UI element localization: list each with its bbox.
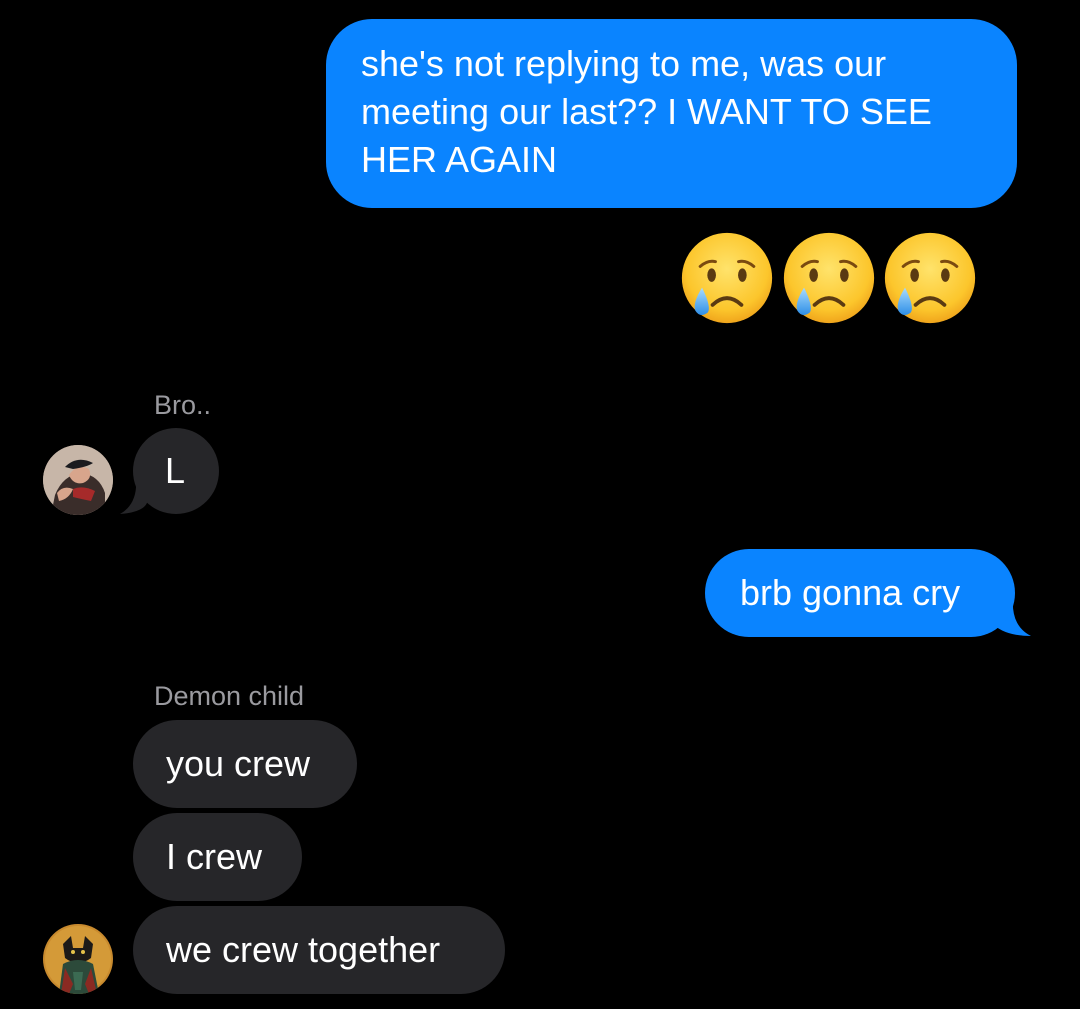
avatar-image-icon	[43, 924, 113, 994]
crying-face-emoji-icon[interactable]	[679, 230, 775, 326]
sent-message-bubble[interactable]: brb gonna cry	[705, 549, 1015, 637]
crying-face-emoji-icon[interactable]	[882, 230, 978, 326]
message-text: we crew together	[166, 929, 441, 970]
received-message-bubble[interactable]: we crew together	[133, 906, 505, 994]
received-message-bubble[interactable]: I crew	[133, 813, 302, 901]
sent-message-bubble[interactable]: she's not replying to me, was our meetin…	[326, 19, 1017, 208]
received-message-bubble[interactable]: L	[133, 428, 219, 514]
avatar-image-icon	[43, 445, 113, 515]
message-text: brb gonna cry	[740, 572, 961, 613]
sender-name: Bro..	[154, 390, 212, 420]
message-text: L	[165, 450, 186, 491]
message-text: you crew	[166, 743, 311, 784]
sender-name: Demon child	[154, 681, 305, 711]
message-text: I crew	[166, 836, 263, 877]
avatar[interactable]	[43, 924, 113, 994]
crying-face-emoji-icon[interactable]	[781, 230, 877, 326]
avatar[interactable]	[43, 445, 113, 515]
received-message-bubble[interactable]: you crew	[133, 720, 357, 808]
message-text: she's not replying to me, was our meetin…	[361, 43, 932, 180]
